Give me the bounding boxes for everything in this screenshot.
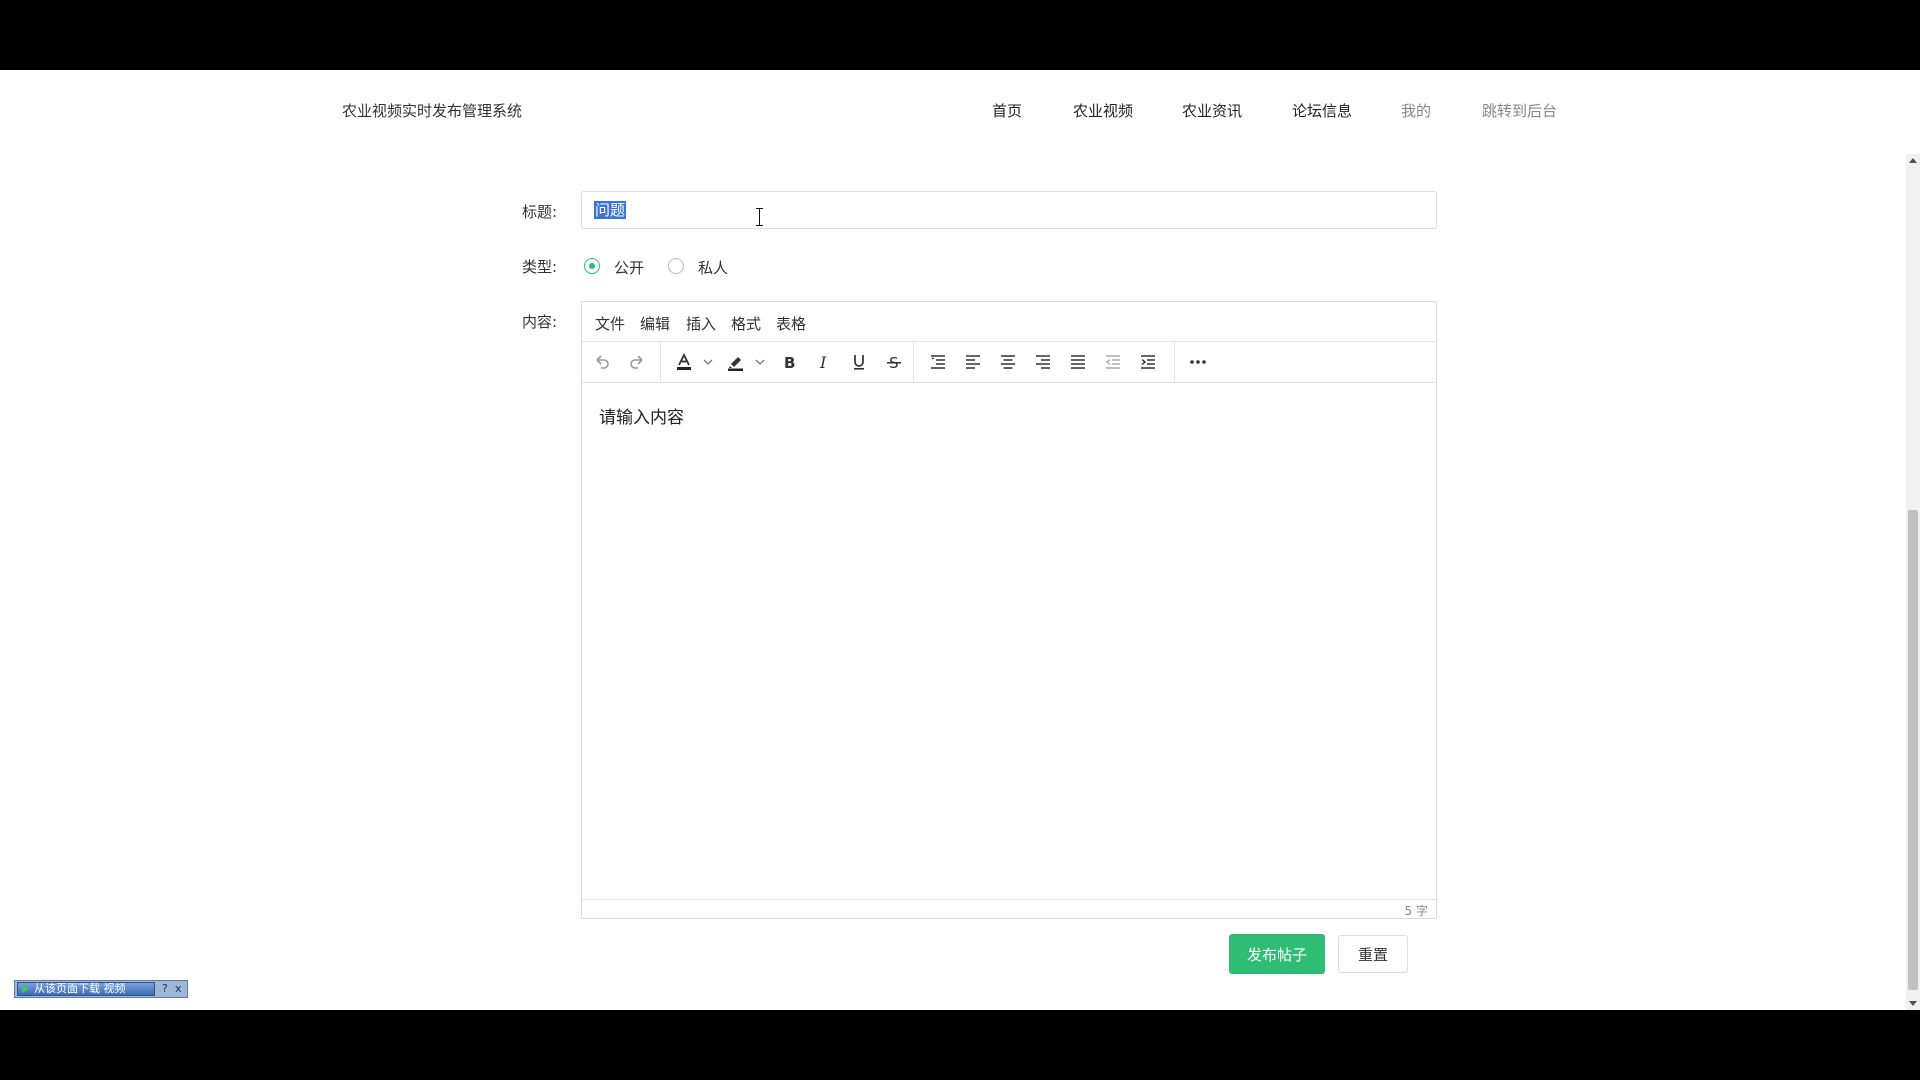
menu-edit[interactable]: 编辑 bbox=[640, 313, 670, 334]
word-count: 5 字 bbox=[1404, 904, 1428, 918]
italic-button[interactable]: I bbox=[812, 349, 836, 375]
text-color-icon bbox=[677, 352, 691, 370]
bold-icon: B bbox=[784, 354, 795, 372]
menu-file[interactable]: 文件 bbox=[595, 313, 625, 334]
bold-button[interactable]: B bbox=[777, 349, 801, 375]
highlight-button[interactable] bbox=[724, 349, 748, 375]
more-horizontal-icon bbox=[1190, 360, 1206, 364]
align-center-icon bbox=[1001, 355, 1015, 369]
editor-toolbar: B I S bbox=[582, 342, 1436, 383]
nav-to-admin[interactable]: 跳转到后台 bbox=[1482, 100, 1557, 121]
help-icon[interactable]: ? bbox=[162, 982, 168, 996]
scroll-down-icon[interactable] bbox=[1909, 1001, 1917, 1006]
nav-agri-news[interactable]: 农业资讯 bbox=[1182, 100, 1242, 121]
nav-home[interactable]: 首页 bbox=[992, 100, 1022, 121]
editor-statusbar: 5 字 bbox=[582, 899, 1436, 918]
download-video-button[interactable]: 从该页面下载 视频 bbox=[17, 982, 155, 996]
undo-button[interactable] bbox=[590, 349, 614, 375]
align-right-icon bbox=[1036, 355, 1050, 369]
type-label: 类型: bbox=[522, 258, 558, 276]
more-button[interactable] bbox=[1186, 349, 1210, 375]
radio-checked-icon bbox=[584, 258, 600, 274]
editor-menubar: 文件 编辑 插入 格式 表格 bbox=[582, 302, 1436, 342]
download-video-label: 从该页面下载 视频 bbox=[34, 982, 126, 995]
text-cursor-icon bbox=[755, 208, 765, 226]
outdent-icon bbox=[1105, 355, 1120, 369]
menu-format[interactable]: 格式 bbox=[731, 313, 761, 334]
menu-table[interactable]: 表格 bbox=[776, 313, 806, 334]
rich-text-editor: 文件 编辑 插入 格式 表格 B I S 请输入内容 5 字 bbox=[581, 301, 1437, 919]
line-height-button[interactable] bbox=[926, 349, 950, 375]
top-nav: 首页 农业视频 农业资讯 论坛信息 我的 跳转到后台 bbox=[0, 100, 1920, 122]
nav-mine[interactable]: 我的 bbox=[1401, 100, 1431, 121]
text-color-dropdown[interactable] bbox=[702, 349, 714, 375]
redo-icon bbox=[630, 355, 643, 369]
page: 农业视频实时发布管理系统 首页 农业视频 农业资讯 论坛信息 我的 跳转到后台 … bbox=[0, 70, 1920, 1010]
nav-forum[interactable]: 论坛信息 bbox=[1292, 100, 1352, 121]
undo-icon bbox=[596, 355, 609, 369]
menu-insert[interactable]: 插入 bbox=[686, 313, 716, 334]
nav-agri-video[interactable]: 农业视频 bbox=[1073, 100, 1133, 121]
underline-button[interactable] bbox=[847, 349, 871, 375]
editor-content-area[interactable]: 请输入内容 bbox=[582, 383, 1436, 901]
strikethrough-button[interactable]: S bbox=[882, 349, 906, 375]
line-height-icon bbox=[931, 355, 945, 369]
indent-button[interactable] bbox=[1136, 349, 1160, 375]
svg-text:I: I bbox=[819, 353, 827, 372]
close-icon[interactable]: x bbox=[175, 982, 182, 996]
title-label: 标题: bbox=[522, 203, 558, 221]
highlight-icon bbox=[728, 357, 743, 371]
highlight-dropdown[interactable] bbox=[754, 349, 766, 375]
content-label: 内容: bbox=[522, 313, 558, 331]
play-icon bbox=[22, 985, 29, 993]
chevron-down-icon bbox=[755, 359, 765, 365]
outdent-button[interactable] bbox=[1101, 349, 1125, 375]
align-left-icon bbox=[966, 355, 980, 369]
scroll-thumb[interactable] bbox=[1908, 510, 1918, 990]
publish-post-button[interactable]: 发布帖子 bbox=[1229, 934, 1325, 974]
chevron-down-icon bbox=[703, 359, 713, 365]
reset-button[interactable]: 重置 bbox=[1338, 935, 1408, 973]
scroll-up-icon[interactable] bbox=[1909, 158, 1917, 163]
align-justify-button[interactable] bbox=[1066, 349, 1090, 375]
align-left-button[interactable] bbox=[961, 349, 985, 375]
text-color-button[interactable] bbox=[672, 349, 696, 375]
vertical-scrollbar[interactable] bbox=[1906, 154, 1920, 1010]
video-download-widget: 从该页面下载 视频 ? x bbox=[14, 980, 188, 998]
italic-icon: I bbox=[819, 353, 827, 372]
redo-button[interactable] bbox=[625, 349, 649, 375]
align-right-button[interactable] bbox=[1031, 349, 1055, 375]
title-input[interactable]: 问题 bbox=[581, 191, 1437, 229]
radio-unchecked-icon bbox=[668, 258, 684, 274]
strikethrough-icon: S bbox=[887, 354, 901, 372]
title-input-value: 问题 bbox=[594, 201, 627, 219]
svg-text:B: B bbox=[784, 354, 795, 372]
editor-content-text: 请输入内容 bbox=[599, 408, 684, 428]
underline-icon bbox=[854, 355, 864, 370]
align-center-button[interactable] bbox=[996, 349, 1020, 375]
align-justify-icon bbox=[1071, 355, 1085, 369]
indent-icon bbox=[1141, 355, 1155, 369]
radio-public-label: 公开 bbox=[614, 259, 645, 277]
radio-private-label: 私人 bbox=[698, 259, 729, 277]
